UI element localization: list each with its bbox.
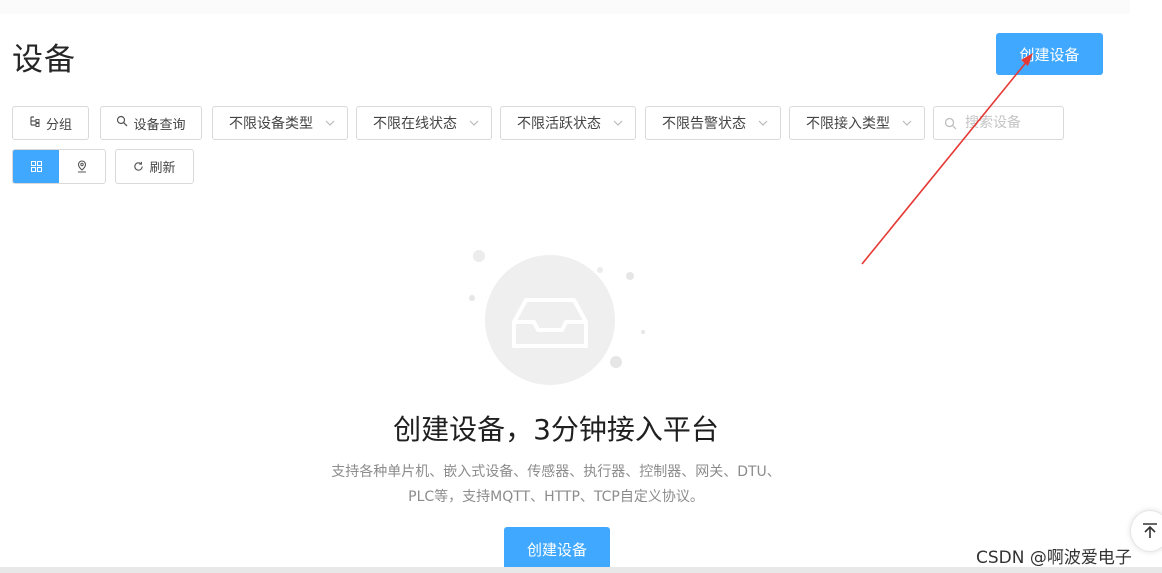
- refresh-label: 刷新: [149, 161, 176, 176]
- filter-online-status[interactable]: 不限在线状态: [356, 106, 492, 140]
- device-query-button[interactable]: 设备查询: [100, 106, 202, 140]
- filter-online-status-label: 不限在线状态: [373, 116, 457, 132]
- map-pin-icon: [77, 160, 87, 173]
- back-to-top-button[interactable]: [1130, 510, 1162, 552]
- arrow-up-icon: [1143, 523, 1157, 538]
- group-tree-icon: [29, 115, 41, 131]
- filter-active-status-label: 不限活跃状态: [517, 116, 601, 132]
- filter-alarm-status[interactable]: 不限告警状态: [645, 106, 781, 140]
- chevron-down-icon: [902, 120, 912, 126]
- chevron-down-icon: [469, 120, 479, 126]
- filter-active-status[interactable]: 不限活跃状态: [500, 106, 636, 140]
- view-toggle: [12, 149, 106, 184]
- empty-state-title: 创建设备，3分钟接入平台: [393, 413, 719, 446]
- filter-alarm-status-label: 不限告警状态: [662, 116, 746, 132]
- empty-inbox-illustration: [469, 250, 645, 385]
- top-strip: [0, 0, 1130, 14]
- bottom-bar: [0, 567, 1162, 573]
- filter-device-type-label: 不限设备类型: [229, 116, 313, 132]
- create-device-button[interactable]: 创建设备: [996, 33, 1103, 75]
- map-view-button[interactable]: [59, 150, 105, 183]
- refresh-button[interactable]: 刷新: [115, 149, 194, 184]
- chevron-down-icon: [613, 120, 623, 126]
- page-title: 设备: [12, 42, 76, 78]
- grid-icon: [30, 161, 42, 172]
- search-doc-icon: [116, 115, 128, 131]
- refresh-icon: [134, 161, 144, 171]
- chevron-down-icon: [325, 120, 335, 126]
- group-button[interactable]: 分组: [12, 106, 89, 140]
- chevron-down-icon: [758, 120, 768, 126]
- grid-view-button[interactable]: [13, 150, 59, 183]
- filter-device-type[interactable]: 不限设备类型: [212, 106, 348, 140]
- empty-create-device-button[interactable]: 创建设备: [504, 527, 610, 571]
- empty-state-desc-line1: 支持各种单片机、嵌入式设备、传感器、执行器、控制器、网关、DTU、: [331, 464, 781, 480]
- search-icon: [944, 117, 957, 129]
- search-box: [933, 106, 1064, 140]
- device-query-label: 设备查询: [133, 117, 186, 133]
- filter-access-type[interactable]: 不限接入类型: [789, 106, 925, 140]
- empty-state-desc-line2: PLC等，支持MQTT、HTTP、TCP自定义协议。: [408, 489, 704, 505]
- search-input[interactable]: [963, 114, 1059, 132]
- group-button-label: 分组: [45, 117, 72, 133]
- filter-access-type-label: 不限接入类型: [806, 116, 890, 132]
- watermark: CSDN @啊波爱电子: [976, 548, 1132, 568]
